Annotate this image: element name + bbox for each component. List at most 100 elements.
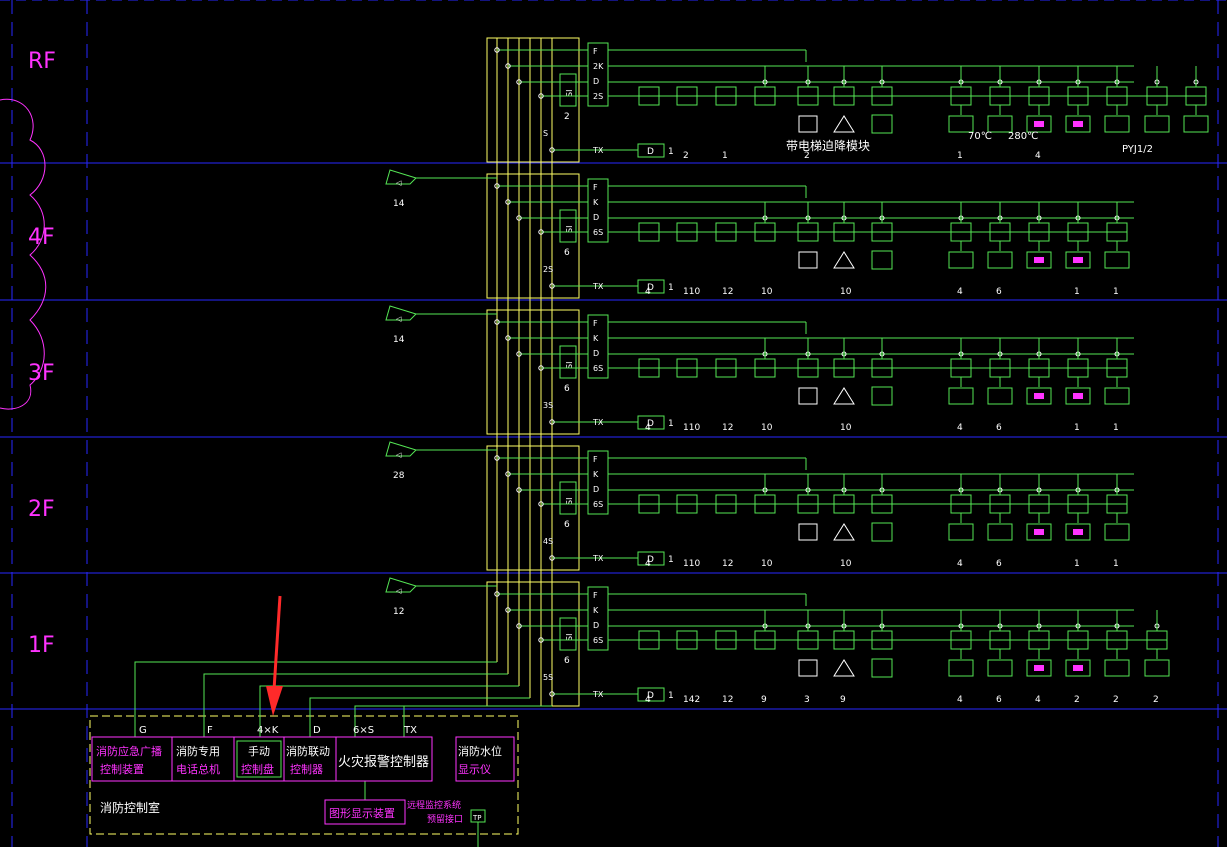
bus-letter: 6S: [593, 636, 603, 645]
magenta-marker: [1073, 529, 1083, 535]
floor-label: 4F: [28, 225, 55, 250]
device-count: 10: [761, 559, 773, 569]
device-broadcast: 控制装置: [100, 762, 144, 776]
device-count: 1: [1074, 559, 1080, 569]
speaker-symbol: ◁: [396, 451, 402, 459]
device-count: 110: [683, 559, 700, 569]
device-count: 2: [1074, 695, 1080, 705]
floor-label: 3F: [28, 361, 55, 386]
device-count: 4: [1035, 151, 1041, 161]
tx-label: TX: [592, 554, 604, 563]
device-count: 4: [645, 695, 651, 705]
device-count: 6: [996, 423, 1002, 433]
tx-label: TX: [592, 690, 604, 699]
temp-70-label: 70℃: [968, 131, 992, 142]
device-manual: 控制盘: [241, 762, 274, 776]
magenta-marker: [1034, 529, 1044, 535]
bus-label-f: F: [207, 725, 213, 736]
device-count: 12: [722, 695, 733, 705]
bus-letter: D: [593, 213, 599, 222]
tx-count: 1: [668, 147, 674, 157]
device-count: 4: [1035, 695, 1041, 705]
broadcast-count: 28: [393, 471, 405, 481]
device-count: 110: [683, 287, 700, 297]
device-count: 142: [683, 695, 700, 705]
device-count: 12: [722, 287, 733, 297]
bus-label-g: G: [139, 725, 147, 736]
tx-count: 1: [668, 555, 674, 565]
magenta-marker: [1034, 665, 1044, 671]
magenta-marker: [1034, 257, 1044, 263]
device-count: 10: [840, 423, 852, 433]
device-count: 10: [761, 287, 773, 297]
broadcast-count: 12: [393, 607, 404, 617]
device-count: 1: [1113, 423, 1119, 433]
riser-tag: 3S: [543, 401, 553, 410]
fire-alarm-system-diagram: RF 4F 3F 2F 1F S 2S 3S 4S 5S F2KD2SSI2TX…: [0, 0, 1227, 847]
bus-letter: K: [593, 606, 599, 615]
module-count: 2: [564, 112, 570, 122]
device-broadcast: 消防应急广播: [96, 744, 162, 758]
device-count: 9: [840, 695, 846, 705]
bus-label-d: D: [313, 725, 321, 736]
bus-letter: F: [593, 183, 598, 192]
device-count: 1: [1113, 287, 1119, 297]
bus-letter: K: [593, 198, 599, 207]
device-linkage: 控制器: [290, 762, 323, 776]
tx-box-label: D: [647, 147, 654, 157]
module-count: 6: [564, 656, 570, 666]
bus-letter: F: [593, 47, 598, 56]
floor-label: 1F: [28, 633, 55, 658]
tx-label: TX: [592, 282, 604, 291]
speaker-symbol: ◁: [396, 587, 402, 595]
broadcast-count: 14: [393, 335, 405, 345]
device-phone: 消防专用: [176, 744, 220, 758]
pyj-label: PYJ1/2: [1122, 144, 1153, 155]
device-count: 12: [722, 423, 733, 433]
device-count: 2: [1113, 695, 1119, 705]
riser-tag: S: [543, 129, 548, 138]
device-count: 4: [957, 695, 963, 705]
device-remote: 远程监控系统: [407, 799, 461, 811]
magenta-marker: [1073, 393, 1083, 399]
device-count: 4: [957, 423, 963, 433]
device-count: 4: [645, 423, 651, 433]
device-count: 12: [722, 559, 733, 569]
tx-count: 1: [668, 283, 674, 293]
magenta-marker: [1073, 121, 1083, 127]
bus-label-s: 6×S: [353, 725, 374, 736]
device-count: 1: [957, 151, 963, 161]
elevator-note: 带电梯迫降模块: [786, 139, 870, 153]
device-count: 6: [996, 559, 1002, 569]
bus-letter: 2S: [593, 92, 603, 101]
device-count: 6: [996, 695, 1002, 705]
floor-label: RF: [28, 49, 56, 74]
bus-letter: F: [593, 591, 598, 600]
magenta-marker: [1073, 257, 1083, 263]
device-count: 2: [1153, 695, 1159, 705]
device-water-level: 消防水位: [458, 744, 502, 758]
bus-label-k: 4×K: [257, 725, 279, 736]
device-count: 10: [840, 287, 852, 297]
riser-tag: 2S: [543, 265, 553, 274]
bus-letter: D: [593, 621, 599, 630]
bus-letter: 2K: [593, 62, 604, 71]
module-count: 6: [564, 520, 570, 530]
device-count: 3: [804, 695, 810, 705]
device-count: 4: [645, 287, 651, 297]
device-count: 6: [996, 287, 1002, 297]
device-count: 110: [683, 423, 700, 433]
device-count: 10: [840, 559, 852, 569]
device-count: 9: [761, 695, 767, 705]
device-water-level: 显示仪: [458, 763, 491, 776]
speaker-symbol: ◁: [396, 315, 402, 323]
device-remote: 预留接口: [427, 813, 463, 825]
bus-letter: K: [593, 334, 599, 343]
magenta-marker: [1073, 665, 1083, 671]
bus-letter: 6S: [593, 364, 603, 373]
tx-count: 1: [668, 691, 674, 701]
magenta-marker: [1034, 121, 1044, 127]
bus-letter: D: [593, 77, 599, 86]
device-tp: TP: [472, 814, 482, 822]
bus-letter: F: [593, 319, 598, 328]
